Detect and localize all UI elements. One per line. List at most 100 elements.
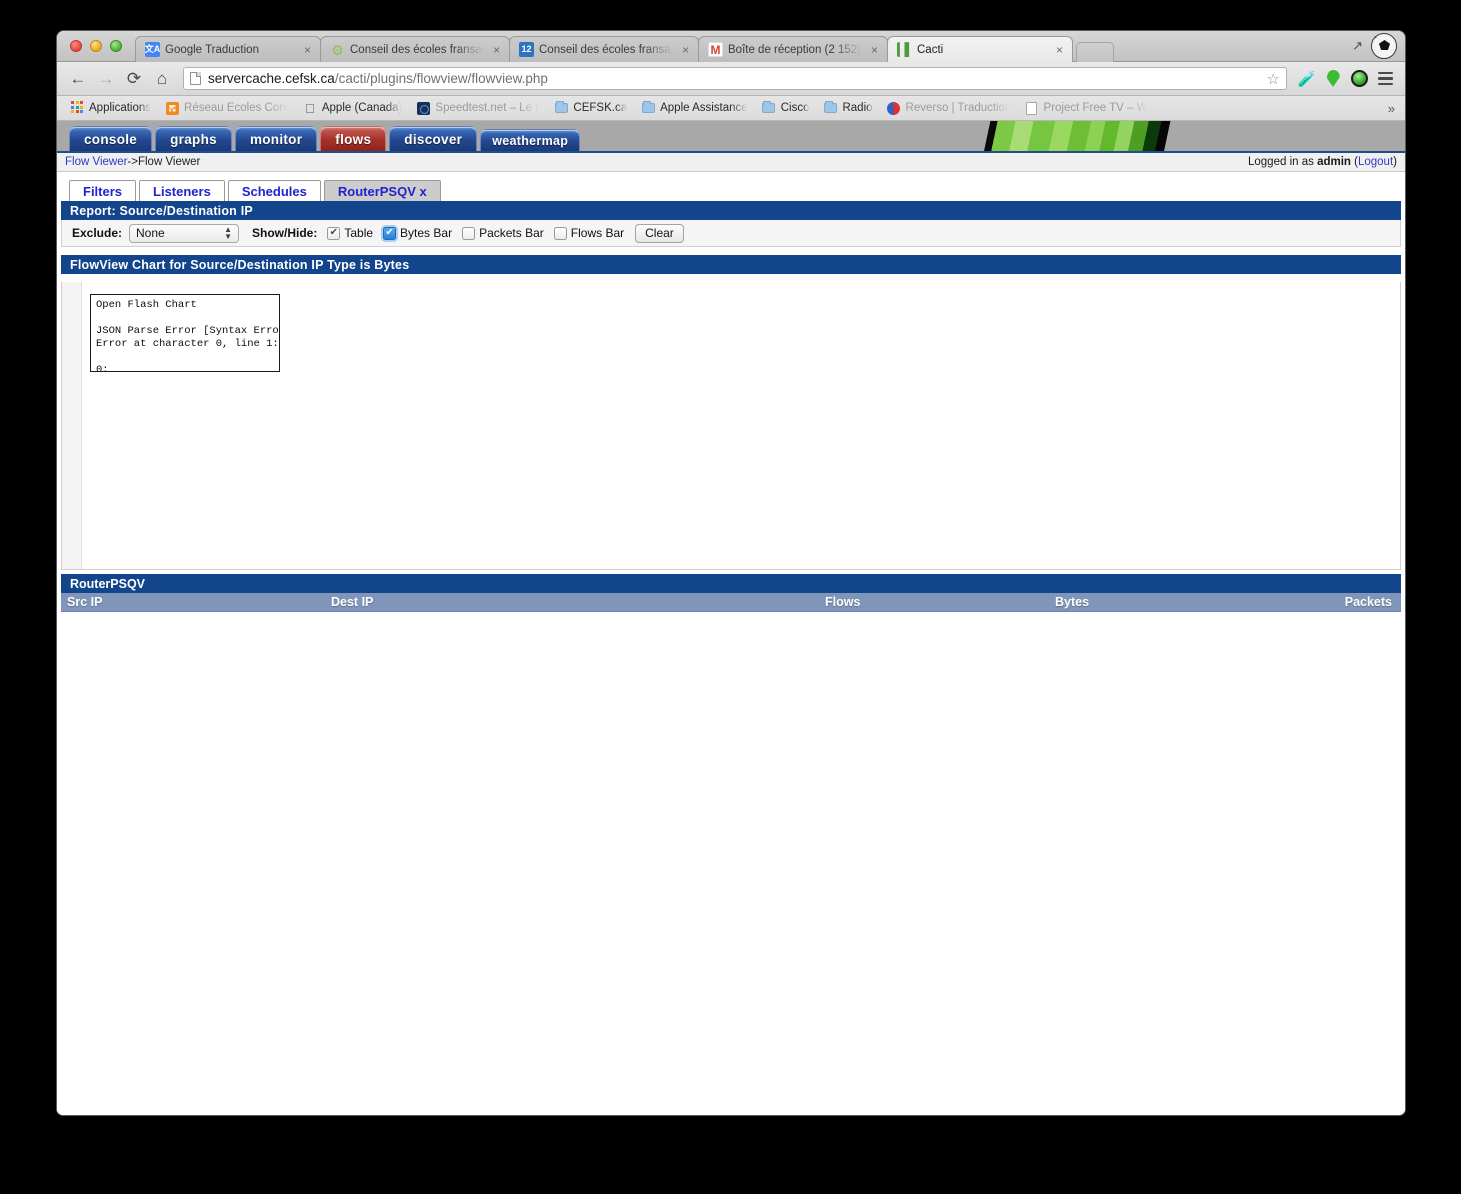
subtab-filters[interactable]: Filters bbox=[69, 180, 137, 201]
nav-tab-graphs[interactable]: graphs bbox=[155, 126, 232, 151]
reverso-icon bbox=[887, 101, 901, 115]
bookmark-label: Cisco bbox=[780, 102, 810, 114]
subtab-listeners[interactable]: Listeners bbox=[139, 180, 225, 201]
avatar-soccer-ball-icon[interactable] bbox=[1371, 33, 1397, 59]
green-orb-extension-icon[interactable] bbox=[1347, 67, 1371, 91]
checkbox-packets-bar[interactable] bbox=[462, 226, 476, 240]
flask-extension-icon[interactable]: 🧪 bbox=[1295, 67, 1319, 91]
close-icon[interactable]: × bbox=[679, 44, 692, 56]
results-table-body bbox=[61, 612, 1401, 1082]
chrome-menu-button[interactable] bbox=[1373, 67, 1397, 91]
column-header-src-ip[interactable]: Src IP bbox=[61, 595, 325, 609]
bookmark-cisco[interactable]: Cisco bbox=[755, 99, 817, 118]
bookmark-cefsk[interactable]: CEFSK.ca bbox=[547, 99, 634, 118]
nav-tab-discover[interactable]: discover bbox=[389, 126, 478, 151]
browser-tab-google-traduction[interactable]: 文A Google Traduction × bbox=[135, 36, 321, 62]
report-filter-row: Exclude: None ▲ ▼ Show/Hide: ✔ Table ✔ By… bbox=[61, 220, 1401, 247]
nav-tab-monitor[interactable]: monitor bbox=[234, 126, 318, 151]
url-host: servercache.cefsk.ca bbox=[208, 71, 335, 86]
browser-tab-label: Conseil des écoles fransas bbox=[539, 43, 674, 56]
bookmark-reseau-ecoles[interactable]: Réseau Écoles Conf bbox=[158, 99, 296, 118]
breadcrumb-current: Flow Viewer bbox=[137, 156, 201, 168]
folder-icon bbox=[641, 101, 655, 115]
nav-tab-console[interactable]: console bbox=[69, 126, 153, 151]
bookmark-label: Radio bbox=[842, 102, 873, 114]
checkbox-flows-bar[interactable] bbox=[553, 226, 567, 240]
bookmark-label: Réseau Écoles Conf bbox=[184, 102, 289, 114]
exclude-select[interactable]: None ▲ ▼ bbox=[129, 223, 240, 243]
checkbox-flows-bar-label: Flows Bar bbox=[570, 226, 625, 240]
bookmark-apple-canada[interactable]:  Apple (Canada) bbox=[296, 99, 410, 118]
bookmark-speedtest[interactable]: Speedtest.net – Le te bbox=[409, 99, 547, 118]
folder-icon bbox=[823, 101, 837, 115]
folder-icon bbox=[554, 101, 568, 115]
home-button[interactable]: ⌂ bbox=[149, 66, 175, 92]
close-icon[interactable]: × bbox=[868, 44, 881, 56]
cacti-logo-banner bbox=[983, 121, 1171, 151]
close-icon[interactable]: × bbox=[490, 44, 503, 56]
forward-button[interactable]: → bbox=[93, 66, 119, 92]
subtab-routerpsqv[interactable]: RouterPSQV x bbox=[323, 180, 441, 201]
browser-tab-label: Google Traduction bbox=[165, 43, 259, 56]
speedtest-icon bbox=[416, 101, 430, 115]
checkbox-table-wrap[interactable]: ✔ Table bbox=[327, 226, 373, 240]
checkbox-packets-bar-wrap[interactable]: Packets Bar bbox=[462, 226, 544, 240]
minimize-window-button[interactable] bbox=[90, 40, 102, 52]
flowview-subtabs: Filters Listeners Schedules RouterPSQV x bbox=[57, 172, 1405, 201]
browser-tab-cacti[interactable]: ▌▌ Cacti × bbox=[887, 36, 1073, 62]
column-header-flows[interactable]: Flows bbox=[819, 595, 1049, 609]
clear-button[interactable]: Clear bbox=[635, 223, 684, 243]
showhide-label: Show/Hide: bbox=[252, 226, 318, 240]
subtab-schedules[interactable]: Schedules bbox=[227, 180, 321, 201]
bookmark-applications[interactable]: Applications bbox=[63, 99, 158, 118]
checkbox-table[interactable]: ✔ bbox=[327, 226, 341, 240]
reload-button[interactable]: ⟳ bbox=[121, 66, 147, 92]
tabstrip-right-controls: ↗ bbox=[1352, 33, 1397, 59]
green-pin-extension-icon[interactable] bbox=[1321, 67, 1345, 91]
gmail-icon: M bbox=[708, 42, 723, 57]
calendar-12-icon: 12 bbox=[519, 42, 534, 57]
exclude-label: Exclude: bbox=[72, 226, 123, 240]
logged-in-prefix: Logged in as bbox=[1248, 156, 1318, 168]
close-window-button[interactable] bbox=[70, 40, 82, 52]
checkbox-bytes-bar-wrap[interactable]: ✔ Bytes Bar bbox=[383, 226, 452, 240]
nav-tab-weathermap[interactable]: weathermap bbox=[480, 129, 581, 151]
checkbox-table-label: Table bbox=[344, 226, 374, 240]
breadcrumb-root-link[interactable]: Flow Viewer bbox=[65, 156, 127, 168]
session-info: Logged in as admin (Logout) bbox=[1248, 156, 1397, 168]
bookmark-star-icon[interactable]: ☆ bbox=[1267, 70, 1280, 88]
checkbox-flows-bar-wrap[interactable]: Flows Bar bbox=[553, 226, 625, 240]
checkbox-bytes-bar[interactable]: ✔ bbox=[383, 226, 397, 240]
exclude-select-value: None bbox=[136, 226, 165, 240]
bookmarks-overflow-icon[interactable]: » bbox=[1388, 101, 1399, 116]
browser-tab-gmail[interactable]: M Boîte de réception (2 152) × bbox=[698, 36, 888, 62]
bookmark-apple-assistance[interactable]: Apple Assistance bbox=[634, 99, 755, 118]
fullscreen-icon[interactable]: ↗ bbox=[1352, 38, 1363, 54]
chart-area: Open Flash Chart JSON Parse Error [Synta… bbox=[82, 282, 1400, 569]
browser-tab-conseil-1[interactable]: ⚙ Conseil des écoles fransas × bbox=[320, 36, 510, 62]
logout-link[interactable]: Logout bbox=[1358, 156, 1393, 168]
maximize-window-button[interactable] bbox=[110, 40, 122, 52]
bookmark-radio[interactable]: Radio bbox=[816, 99, 879, 118]
checkbox-bytes-bar-label: Bytes Bar bbox=[400, 226, 453, 240]
logout-close-paren: ) bbox=[1393, 156, 1397, 168]
browser-window: 文A Google Traduction × ⚙ Conseil des éco… bbox=[57, 31, 1405, 1115]
flowview-chart-panel: Open Flash Chart JSON Parse Error [Synta… bbox=[61, 282, 1401, 570]
column-header-bytes[interactable]: Bytes bbox=[1049, 595, 1281, 609]
bookmark-reverso[interactable]: Reverso | Traduction bbox=[880, 99, 1018, 118]
browser-tab-label: Conseil des écoles fransas bbox=[350, 43, 485, 56]
browser-tab-conseil-2[interactable]: 12 Conseil des écoles fransas × bbox=[509, 36, 699, 62]
chart-header: FlowView Chart for Source/Destination IP… bbox=[61, 255, 1401, 274]
bookmark-project-free-tv[interactable]: Project Free TV – Wa bbox=[1018, 99, 1156, 118]
address-bar[interactable]: servercache.cefsk.ca /cacti/plugins/flow… bbox=[183, 67, 1287, 90]
browser-tabs: 文A Google Traduction × ⚙ Conseil des éco… bbox=[135, 36, 1114, 62]
back-button[interactable]: ← bbox=[65, 66, 91, 92]
nav-tab-flows[interactable]: flows bbox=[320, 126, 387, 151]
close-icon[interactable]: × bbox=[1053, 44, 1066, 56]
close-icon[interactable]: × bbox=[301, 44, 314, 56]
breadcrumb-separator: -> bbox=[127, 156, 138, 168]
column-header-dest-ip[interactable]: Dest IP bbox=[325, 595, 819, 609]
column-header-packets[interactable]: Packets bbox=[1281, 595, 1401, 609]
new-tab-button[interactable] bbox=[1076, 42, 1114, 62]
gear-icon: ⚙ bbox=[331, 42, 344, 57]
